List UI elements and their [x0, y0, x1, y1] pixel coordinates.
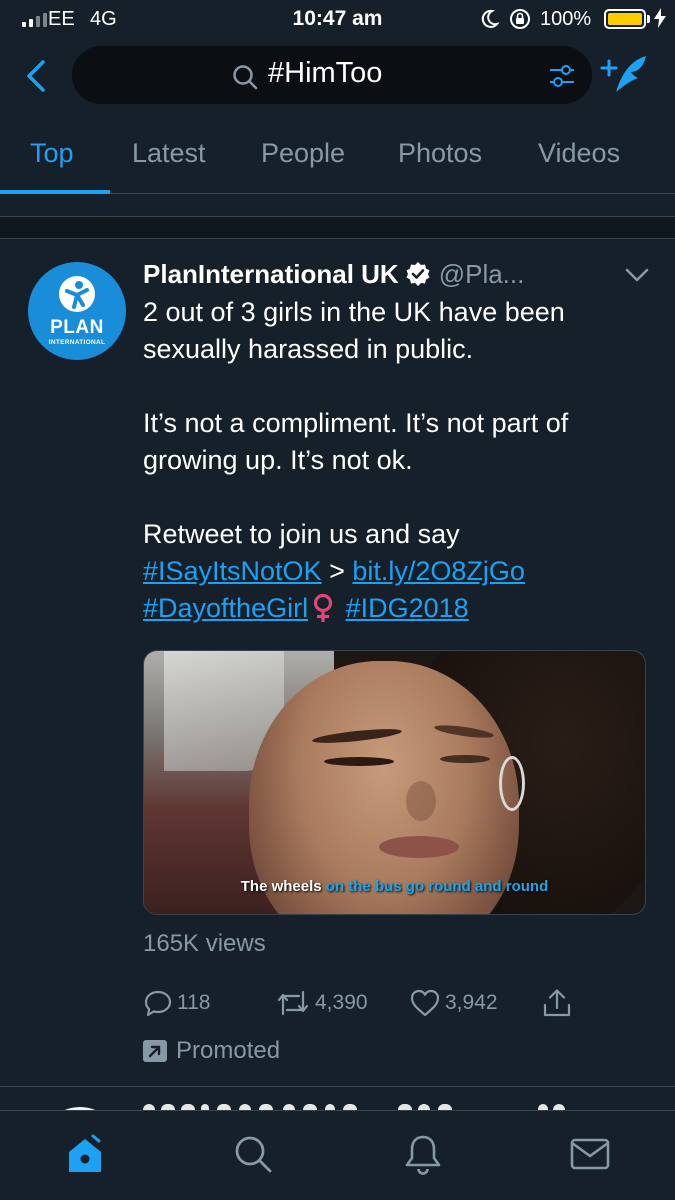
tweet-text-line: growing up. It’s not ok.	[143, 445, 413, 475]
search-query: #HimToo	[268, 57, 383, 89]
charging-bolt-icon	[654, 8, 666, 28]
home-icon	[69, 1134, 101, 1172]
do-not-disturb-icon	[481, 9, 499, 28]
tab-messages[interactable]	[567, 1131, 613, 1177]
tweet-text-line: sexually harassed in public.	[143, 334, 474, 364]
share-icon	[543, 989, 571, 1017]
search-tabs: Top Latest People Photos Videos	[0, 124, 675, 194]
reply-icon	[144, 990, 172, 1017]
bottom-tab-bar	[0, 1110, 675, 1200]
battery-percentage: 100%	[540, 8, 592, 30]
tweet-author[interactable]: PlanInternational UK @Pla...	[143, 257, 524, 291]
tab-home[interactable]	[62, 1131, 108, 1177]
avatar-wordmark: PLAN	[50, 317, 104, 338]
author-name: PlanInternational UK	[143, 258, 399, 289]
video-caption: The wheels on the bus go round and round	[144, 878, 645, 895]
back-button[interactable]	[14, 54, 58, 98]
caption-white-text: The wheels	[240, 878, 322, 895]
tweet-text-line: Retweet to join us and say	[143, 519, 460, 549]
video-player[interactable]: The wheels on the bus go round and round	[143, 650, 646, 915]
tab-top[interactable]: Top	[30, 138, 74, 169]
url-link[interactable]: bit.ly/2O8ZjGo	[352, 556, 525, 586]
video-detail	[324, 757, 394, 766]
mail-icon	[570, 1138, 610, 1170]
like-count: 3,942	[445, 991, 498, 1014]
promoted-text: Promoted	[176, 1037, 281, 1064]
arrow-text: >	[329, 556, 345, 586]
retweet-count: 4,390	[315, 991, 368, 1014]
tab-explore[interactable]	[230, 1131, 276, 1177]
tab-videos[interactable]: Videos	[538, 138, 620, 169]
twitter-search-screen: EE 4G 10:47 am 100% #HimToo Top Latest P…	[0, 0, 675, 1200]
author-handle: @Pla...	[438, 258, 525, 289]
retweet-icon	[277, 990, 309, 1016]
video-detail	[406, 781, 436, 821]
verified-badge-icon	[406, 262, 430, 286]
tweet-actions: 118 4,390 3,942	[143, 985, 583, 1021]
video-detail	[440, 755, 490, 763]
tweet-text-line: It’s not a compliment. It’s not part of	[143, 408, 569, 438]
view-count: 165K views	[143, 930, 266, 957]
hashtag-link[interactable]: #DayoftheGirl	[143, 593, 308, 623]
divider	[0, 238, 675, 239]
retweet-button[interactable]: 4,390	[275, 985, 368, 1021]
search-header: #HimToo	[0, 38, 675, 122]
caption-blue-text: on the bus go round and round	[325, 878, 549, 895]
tweet-menu-button[interactable]	[620, 258, 654, 292]
status-bar: EE 4G 10:47 am 100%	[0, 0, 675, 38]
active-tab-indicator	[0, 190, 110, 194]
tab-people[interactable]: People	[261, 138, 345, 169]
tweet-text: 2 out of 3 girls in the UK have been sex…	[143, 294, 643, 627]
heart-icon	[410, 989, 440, 1017]
reply-count: 118	[177, 991, 211, 1014]
avatar-subword: INTERNATIONAL	[48, 339, 106, 346]
compose-feather-icon[interactable]	[598, 50, 654, 98]
chevron-down-icon	[625, 268, 649, 282]
search-icon	[233, 65, 258, 90]
search-icon	[235, 1136, 272, 1173]
promoted-icon	[143, 1040, 167, 1062]
like-button[interactable]: 3,942	[409, 985, 498, 1021]
video-detail	[379, 836, 459, 858]
battery-icon	[604, 9, 646, 29]
tab-photos[interactable]: Photos	[398, 138, 482, 169]
filter-icon[interactable]	[548, 63, 576, 89]
female-sign-icon	[313, 593, 333, 622]
tweet-text-line: 2 out of 3 girls in the UK have been	[143, 297, 565, 327]
video-earring	[499, 756, 525, 811]
search-input[interactable]: #HimToo	[72, 46, 592, 104]
bell-icon	[405, 1135, 441, 1175]
reply-button[interactable]: 118	[143, 985, 210, 1021]
plan-logo-icon	[59, 276, 95, 312]
avatar[interactable]: PLAN INTERNATIONAL	[28, 262, 126, 360]
share-button[interactable]	[541, 985, 573, 1021]
divider	[0, 216, 675, 217]
section-divider	[0, 216, 675, 238]
tab-notifications[interactable]	[400, 1131, 446, 1177]
hashtag-link[interactable]: #ISayItsNotOK	[143, 556, 322, 586]
promoted-label: Promoted	[143, 1036, 280, 1066]
chevron-left-icon	[27, 60, 45, 92]
rotation-lock-icon	[510, 9, 530, 29]
tab-latest[interactable]: Latest	[132, 138, 206, 169]
battery-tip	[647, 15, 650, 23]
hashtag-link[interactable]: #IDG2018	[346, 593, 469, 623]
